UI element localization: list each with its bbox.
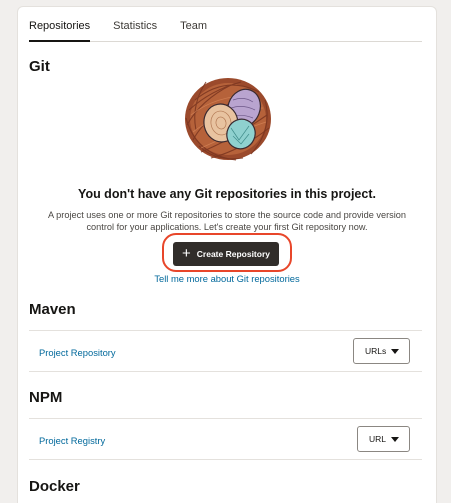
empty-state-heading: You don't have any Git repositories in t… (78, 187, 376, 201)
maven-urls-select[interactable]: URLs (353, 338, 410, 364)
empty-state-description-line: control for your applications. Let's cre… (86, 222, 368, 232)
maven-project-repository-link[interactable]: Project Repository (39, 347, 116, 358)
nest-with-eggs-icon (185, 78, 271, 161)
maven-urls-select-value: URLs (365, 346, 387, 356)
caret-down-icon (391, 349, 399, 354)
tab-bar: Repositories Statistics Team (29, 7, 422, 42)
tab-team[interactable]: Team (180, 20, 207, 41)
tab-repositories[interactable]: Repositories (29, 20, 91, 42)
tab-statistics[interactable]: Statistics (113, 20, 157, 41)
caret-down-icon (391, 437, 399, 442)
maven-project-repository-row: Project Repository URLs (29, 330, 422, 372)
npm-section-title: NPM (29, 389, 63, 406)
docker-section-title: Docker (29, 478, 80, 495)
create-repository-label: Create Repository (196, 249, 270, 259)
empty-state-description-line: A project uses one or more Git repositor… (48, 210, 406, 220)
learn-more-git-link[interactable]: Tell me more about Git repositories (18, 273, 436, 284)
npm-url-select[interactable]: URL (357, 426, 410, 452)
empty-state-description: A project uses one or more Git repositor… (30, 209, 424, 233)
create-repository-button[interactable]: + Create Repository (173, 242, 279, 266)
npm-url-select-value: URL (369, 434, 387, 444)
git-section-title: Git (29, 58, 50, 75)
maven-section-title: Maven (29, 301, 76, 318)
npm-project-registry-link[interactable]: Project Registry (39, 435, 105, 446)
project-panel: Repositories Statistics Team Git You don… (17, 6, 437, 503)
npm-project-registry-row: Project Registry URL (29, 418, 422, 460)
plus-icon: + (182, 245, 191, 262)
